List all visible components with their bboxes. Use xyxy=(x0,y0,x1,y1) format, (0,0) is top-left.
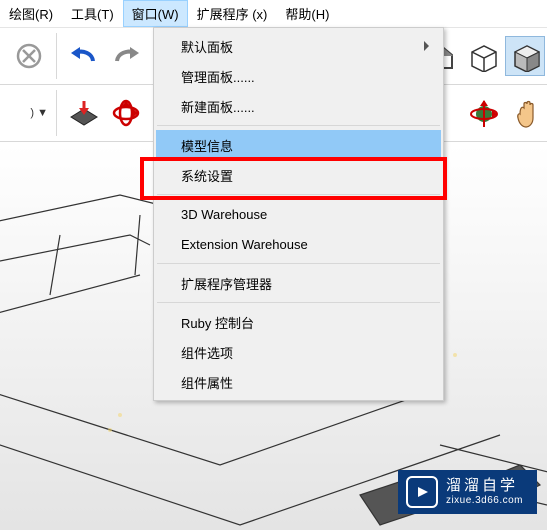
cancel-icon[interactable] xyxy=(10,37,48,75)
orbit-green-icon[interactable] xyxy=(465,95,503,133)
menu-default-panel[interactable]: 默认面板 xyxy=(156,31,441,61)
menu-extension-manager[interactable]: 扩展程序管理器 xyxy=(156,268,441,298)
redo-icon[interactable] xyxy=(107,37,145,75)
menu-manage-panel[interactable]: 管理面板...... xyxy=(156,61,441,91)
menu-window[interactable]: 窗口(W) xyxy=(123,0,188,27)
menu-new-panel[interactable]: 新建面板...... xyxy=(156,91,441,121)
orbit-icon[interactable] xyxy=(107,94,145,132)
menu-sep xyxy=(157,263,440,264)
menu-model-info[interactable]: 模型信息 xyxy=(156,130,441,160)
menu-draw[interactable]: 绘图(R) xyxy=(0,0,62,27)
menu-extensions[interactable]: 扩展程序 (x) xyxy=(188,0,277,27)
menu-sep xyxy=(157,302,440,303)
menu-help[interactable]: 帮助(H) xyxy=(276,0,338,27)
menu-component-attributes[interactable]: 组件属性 xyxy=(156,367,441,397)
box-wire-icon[interactable] xyxy=(463,37,501,75)
window-menu-dropdown: 默认面板 管理面板...... 新建面板...... 模型信息 系统设置 3D … xyxy=(153,27,444,401)
watermark: 溜溜自学 zixue.3d66.com xyxy=(398,470,537,514)
hand-icon[interactable] xyxy=(507,95,545,133)
menu-ruby-console[interactable]: Ruby 控制台 xyxy=(156,307,441,337)
box-shaded-icon[interactable] xyxy=(505,36,545,76)
menu-component-options[interactable]: 组件选项 xyxy=(156,337,441,367)
watermark-brand: 溜溜自学 xyxy=(446,477,523,495)
menu-sep xyxy=(157,125,440,126)
menu-sep xyxy=(157,194,440,195)
import-icon[interactable] xyxy=(65,94,103,132)
undo-icon[interactable] xyxy=(65,37,103,75)
menubar: 绘图(R) 工具(T) 窗口(W) 扩展程序 (x) 帮助(H) xyxy=(0,0,547,28)
dropdown-caret[interactable]: ) ▼ xyxy=(8,101,50,125)
toolbar-right-2 xyxy=(463,86,547,142)
watermark-url: zixue.3d66.com xyxy=(446,495,523,507)
watermark-play-icon xyxy=(406,476,438,508)
menu-tools[interactable]: 工具(T) xyxy=(62,0,123,27)
menu-3d-warehouse[interactable]: 3D Warehouse xyxy=(156,199,441,229)
menu-extension-warehouse[interactable]: Extension Warehouse xyxy=(156,229,441,259)
menu-preferences[interactable]: 系统设置 xyxy=(156,160,441,190)
